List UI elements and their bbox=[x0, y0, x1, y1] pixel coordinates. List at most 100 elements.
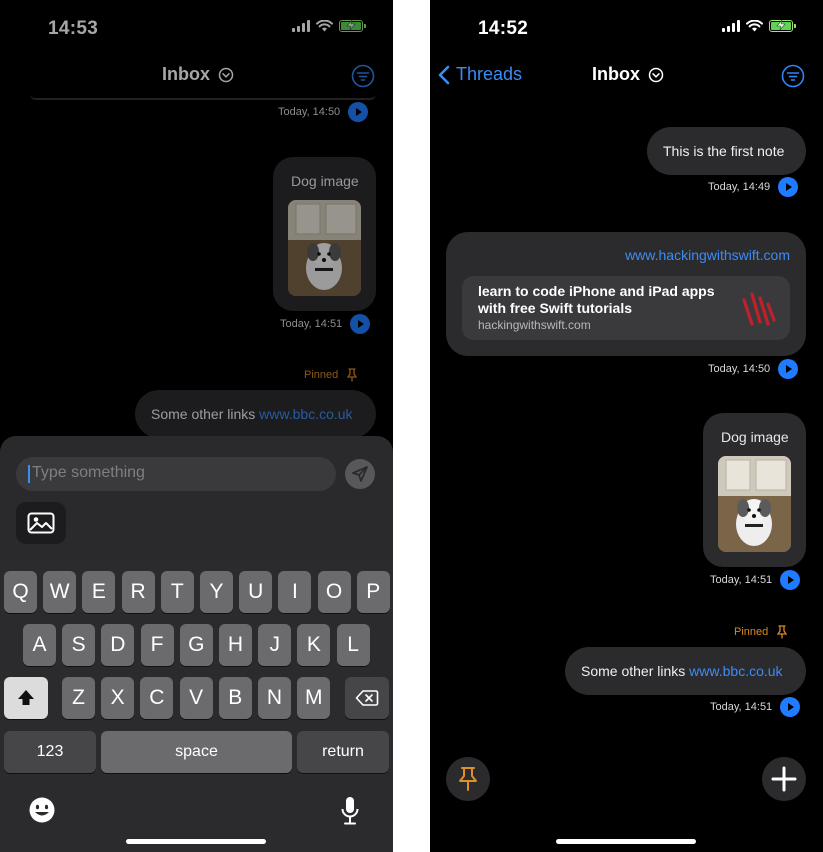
key-y[interactable]: Y bbox=[200, 571, 233, 613]
send-status-icon[interactable] bbox=[780, 697, 801, 717]
dog-photo[interactable] bbox=[288, 200, 361, 296]
filter-icon[interactable] bbox=[781, 64, 805, 88]
link-preview-bubble[interactable]: www.hackingwithswift.com learn to code i… bbox=[446, 232, 806, 356]
pin-icon bbox=[459, 767, 477, 791]
compose-panel: Type something bbox=[0, 436, 393, 566]
keyboard: QWERTYUIOP ASDFGHJKL ZXCVBNM 123 space r… bbox=[0, 560, 393, 852]
timestamp-row: Today, 14:50 bbox=[278, 102, 369, 122]
key-a[interactable]: A bbox=[23, 624, 56, 666]
key-f[interactable]: F bbox=[140, 624, 174, 666]
timestamp: Today, 14:50 bbox=[278, 106, 341, 118]
key-x[interactable]: X bbox=[101, 677, 135, 719]
back-button[interactable]: Threads bbox=[438, 64, 522, 85]
key-p[interactable]: P bbox=[356, 571, 390, 613]
note-timestamp-row: Today, 14:49 bbox=[708, 177, 799, 197]
pinned-text: Pinned bbox=[734, 626, 769, 638]
attach-image-button[interactable] bbox=[16, 502, 66, 544]
delete-key[interactable] bbox=[345, 677, 389, 719]
status-icons bbox=[292, 20, 366, 32]
dog-photo[interactable] bbox=[718, 456, 791, 552]
dog-bubble-label: Dog image bbox=[721, 429, 789, 445]
key-r[interactable]: R bbox=[121, 571, 155, 613]
dog-image-bubble[interactable]: Dog image bbox=[703, 413, 806, 567]
battery-icon bbox=[339, 20, 366, 32]
key-b[interactable]: B bbox=[218, 677, 252, 719]
key-c[interactable]: C bbox=[140, 677, 174, 719]
note-text: This is the first note bbox=[663, 143, 785, 159]
key-z[interactable]: Z bbox=[62, 677, 95, 719]
nav-title[interactable]: Inbox bbox=[592, 64, 664, 85]
swift-logo-icon bbox=[742, 292, 776, 326]
home-indicator[interactable] bbox=[126, 839, 266, 844]
send-status-icon[interactable] bbox=[780, 570, 801, 590]
filter-icon[interactable] bbox=[351, 64, 375, 88]
send-status-icon[interactable] bbox=[778, 359, 799, 379]
pinned-label: Pinned bbox=[734, 625, 788, 639]
link-timestamp-row: Today, 14:50 bbox=[708, 359, 799, 379]
key-k[interactable]: K bbox=[297, 624, 331, 666]
add-note-button[interactable] bbox=[762, 757, 806, 801]
dog-image-bubble[interactable]: Dog image bbox=[273, 157, 376, 311]
send-status-icon[interactable] bbox=[350, 314, 371, 334]
link-card[interactable]: learn to code iPhone and iPad apps with … bbox=[462, 276, 790, 340]
key-i[interactable]: I bbox=[278, 571, 312, 613]
status-icons bbox=[722, 20, 796, 32]
send-status-icon[interactable] bbox=[778, 177, 799, 197]
links-timestamp-row: Today, 14:51 bbox=[710, 697, 801, 717]
left-phone-screen: 14:53 Inbox Today, 14:50 Dog image Today… bbox=[0, 0, 393, 852]
pinned-text: Pinned bbox=[304, 369, 339, 381]
message-input[interactable]: Type something bbox=[16, 457, 336, 491]
note-bubble[interactable]: This is the first note bbox=[647, 127, 806, 175]
key-v[interactable]: V bbox=[179, 677, 213, 719]
key-g[interactable]: G bbox=[179, 624, 213, 666]
key-l[interactable]: L bbox=[336, 624, 370, 666]
chevron-circle-icon bbox=[218, 67, 234, 82]
key-o[interactable]: O bbox=[317, 571, 351, 613]
nav-title[interactable]: Inbox bbox=[162, 64, 234, 85]
timestamp: Today, 14:51 bbox=[710, 701, 773, 713]
send-status-icon[interactable] bbox=[348, 102, 369, 122]
links-bubble-text: Some other links bbox=[151, 406, 256, 422]
links-bubble[interactable]: Some other links www.bbc.co.uk bbox=[135, 390, 376, 438]
hackingwithswift-link[interactable]: www.hackingwithswift.com bbox=[625, 247, 790, 263]
signal-icon bbox=[292, 20, 310, 32]
numbers-key[interactable]: 123 bbox=[4, 731, 96, 773]
mic-icon[interactable] bbox=[340, 796, 360, 826]
key-m[interactable]: M bbox=[297, 677, 331, 719]
emoji-icon[interactable] bbox=[28, 796, 56, 824]
send-button[interactable] bbox=[345, 459, 375, 489]
key-e[interactable]: E bbox=[82, 571, 116, 613]
shift-key[interactable] bbox=[4, 677, 48, 719]
links-bubble[interactable]: Some other links www.bbc.co.uk bbox=[565, 647, 806, 695]
signal-icon bbox=[722, 20, 740, 32]
home-indicator[interactable] bbox=[556, 839, 696, 844]
links-bubble-text: Some other links bbox=[581, 663, 686, 679]
send-arrow-icon bbox=[352, 466, 368, 482]
bbc-link[interactable]: www.bbc.co.uk bbox=[259, 406, 352, 422]
key-t[interactable]: T bbox=[160, 571, 194, 613]
chevron-circle-icon bbox=[648, 67, 664, 82]
right-phone-screen: 14:52 Threads Inbox This is the first no… bbox=[430, 0, 823, 852]
timestamp: Today, 14:50 bbox=[708, 363, 771, 375]
wifi-icon bbox=[746, 20, 763, 32]
key-u[interactable]: U bbox=[239, 571, 273, 613]
key-d[interactable]: D bbox=[101, 624, 135, 666]
key-q[interactable]: Q bbox=[4, 571, 37, 613]
return-key[interactable]: return bbox=[297, 731, 389, 773]
timestamp: Today, 14:51 bbox=[280, 318, 343, 330]
key-n[interactable]: N bbox=[258, 677, 291, 719]
space-key[interactable]: space bbox=[101, 731, 292, 773]
key-s[interactable]: S bbox=[62, 624, 96, 666]
image-icon bbox=[27, 512, 55, 534]
dog-timestamp-row: Today, 14:51 bbox=[710, 570, 801, 590]
delete-icon bbox=[355, 690, 379, 706]
back-button-label: Threads bbox=[456, 64, 523, 84]
timestamp: Today, 14:51 bbox=[710, 574, 773, 586]
key-j[interactable]: J bbox=[258, 624, 292, 666]
pinned-filter-button[interactable] bbox=[446, 757, 490, 801]
scrolled-bubble-edge bbox=[30, 94, 376, 100]
bbc-link[interactable]: www.bbc.co.uk bbox=[689, 663, 782, 679]
dog-bubble-label: Dog image bbox=[291, 173, 359, 189]
key-h[interactable]: H bbox=[219, 624, 252, 666]
key-w[interactable]: W bbox=[43, 571, 77, 613]
